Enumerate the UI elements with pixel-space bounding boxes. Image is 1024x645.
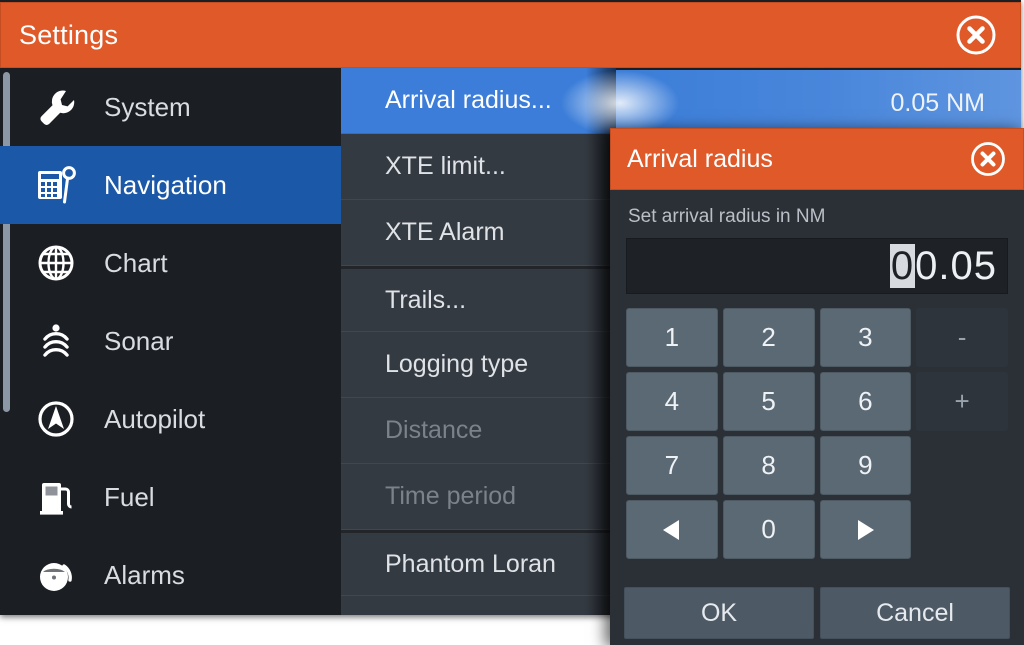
list-item[interactable]: Trails... <box>341 266 616 332</box>
sidebar-item-sonar[interactable]: Sonar <box>0 302 341 380</box>
list-item[interactable] <box>341 596 616 615</box>
dialog-body: Set arrival radius in NM 00.05 1 2 3 - 4… <box>610 190 1024 559</box>
dialog-title: Arrival radius <box>627 144 773 173</box>
key-label: 3 <box>858 322 873 352</box>
key-label: 7 <box>664 450 680 480</box>
list-item[interactable]: Logging type <box>341 332 616 398</box>
autopilot-icon <box>30 396 82 442</box>
key-4[interactable]: 4 <box>626 372 718 431</box>
key-9[interactable]: 9 <box>819 436 912 495</box>
list-item-label: XTE Alarm <box>385 218 505 246</box>
key-label: 5 <box>761 386 776 416</box>
waypoint-icon <box>30 162 82 208</box>
key-6[interactable]: 6 <box>819 372 912 431</box>
sidebar-item-label: Chart <box>104 247 168 278</box>
settings-sidebar[interactable]: System Navigation Chart Sonar Autopilot … <box>0 68 341 615</box>
key-label: 0 <box>761 514 776 544</box>
sidebar-item-navigation[interactable]: Navigation <box>0 146 341 224</box>
ok-button[interactable]: OK <box>624 587 814 639</box>
navigation-settings-list[interactable]: Arrival radius... XTE limit... XTE Alarm… <box>341 68 616 615</box>
sidebar-item-chart[interactable]: Chart <box>0 224 341 302</box>
list-item-label: Arrival radius... <box>385 86 552 114</box>
list-item[interactable]: Distance <box>341 398 616 464</box>
screen-root: Settings System Navigation Chart Sonar A… <box>0 0 1024 645</box>
sidebar-item-fuel[interactable]: Fuel <box>0 458 341 536</box>
arrow-left-icon <box>657 517 687 543</box>
alarm-bell-icon <box>30 552 82 598</box>
settings-titlebar: Settings <box>0 2 1021 68</box>
dialog-titlebar: Arrival radius <box>610 128 1024 190</box>
sidebar-item-autopilot[interactable]: Autopilot <box>0 380 341 458</box>
key-spacer <box>916 436 1008 495</box>
key-3[interactable]: 3 <box>819 308 912 367</box>
cancel-button[interactable]: Cancel <box>820 587 1010 639</box>
key-label: - <box>957 322 967 352</box>
page-title: Settings <box>19 19 119 50</box>
sidebar-item-label: Navigation <box>104 169 227 200</box>
key-1[interactable]: 1 <box>626 308 718 367</box>
numeric-keypad[interactable]: 1 2 3 - 4 5 6 + 7 8 9 0 <box>626 308 1008 559</box>
list-item[interactable]: Time period <box>341 464 616 530</box>
sidebar-item-alarms[interactable]: Alarms <box>0 536 341 614</box>
key-7[interactable]: 7 <box>626 436 718 495</box>
wrench-icon <box>30 84 82 130</box>
key-label: 1 <box>664 322 680 352</box>
value-text: 00.05 <box>889 243 997 289</box>
key-arrow-right[interactable] <box>819 500 912 559</box>
value-input[interactable]: 00.05 <box>626 238 1008 294</box>
key-arrow-left[interactable] <box>626 500 718 559</box>
dialog-footer: OK Cancel <box>610 587 1024 645</box>
key-8[interactable]: 8 <box>722 436 815 495</box>
dialog-hint: Set arrival radius in NM <box>628 206 826 227</box>
list-item-label: Time period <box>385 482 517 510</box>
list-item-label: Distance <box>385 416 483 444</box>
sonar-icon <box>30 318 82 364</box>
value-selected-digit: 0 <box>889 243 916 288</box>
key-5[interactable]: 5 <box>722 372 815 431</box>
globe-icon <box>30 240 82 286</box>
arrival-radius-value: 0.05 NM <box>890 88 985 117</box>
sidebar-item-label: Sonar <box>104 325 174 356</box>
key-2[interactable]: 2 <box>722 308 815 367</box>
selected-row-value-extension[interactable]: 0.05 NM <box>616 70 1021 136</box>
list-item-label: XTE limit... <box>385 152 506 180</box>
sidebar-item-label: Fuel <box>104 481 155 512</box>
list-item[interactable]: XTE Alarm <box>341 200 616 266</box>
key-minus[interactable]: - <box>916 308 1008 367</box>
sidebar-item-system[interactable]: System <box>0 68 341 146</box>
fuel-pump-icon <box>30 474 82 520</box>
list-item[interactable]: Arrival radius... <box>341 68 616 134</box>
list-item[interactable]: Phantom Loran <box>341 530 616 596</box>
key-label: 6 <box>858 386 873 416</box>
value-rest: 0.05 <box>915 243 997 288</box>
list-item[interactable]: XTE limit... <box>341 134 616 200</box>
list-item-label: Phantom Loran <box>385 549 556 578</box>
list-item-label: Trails... <box>385 285 467 314</box>
close-icon[interactable] <box>954 13 998 57</box>
sidebar-item-label: Alarms <box>104 559 185 590</box>
list-item-label: Logging type <box>385 350 529 378</box>
arrival-radius-dialog: Arrival radius Set arrival radius in NM … <box>610 128 1024 645</box>
key-plus[interactable]: + <box>916 372 1008 431</box>
key-label: 2 <box>761 322 776 352</box>
key-label: 9 <box>858 450 873 480</box>
key-label: 4 <box>664 386 680 416</box>
key-label: 8 <box>761 450 776 480</box>
arrow-right-icon <box>850 517 880 543</box>
sidebar-item-label: Autopilot <box>104 403 206 434</box>
key-label: + <box>954 386 970 416</box>
key-0[interactable]: 0 <box>722 500 815 559</box>
key-spacer <box>916 500 1008 559</box>
sidebar-item-label: System <box>104 91 191 122</box>
close-icon[interactable] <box>969 140 1007 178</box>
